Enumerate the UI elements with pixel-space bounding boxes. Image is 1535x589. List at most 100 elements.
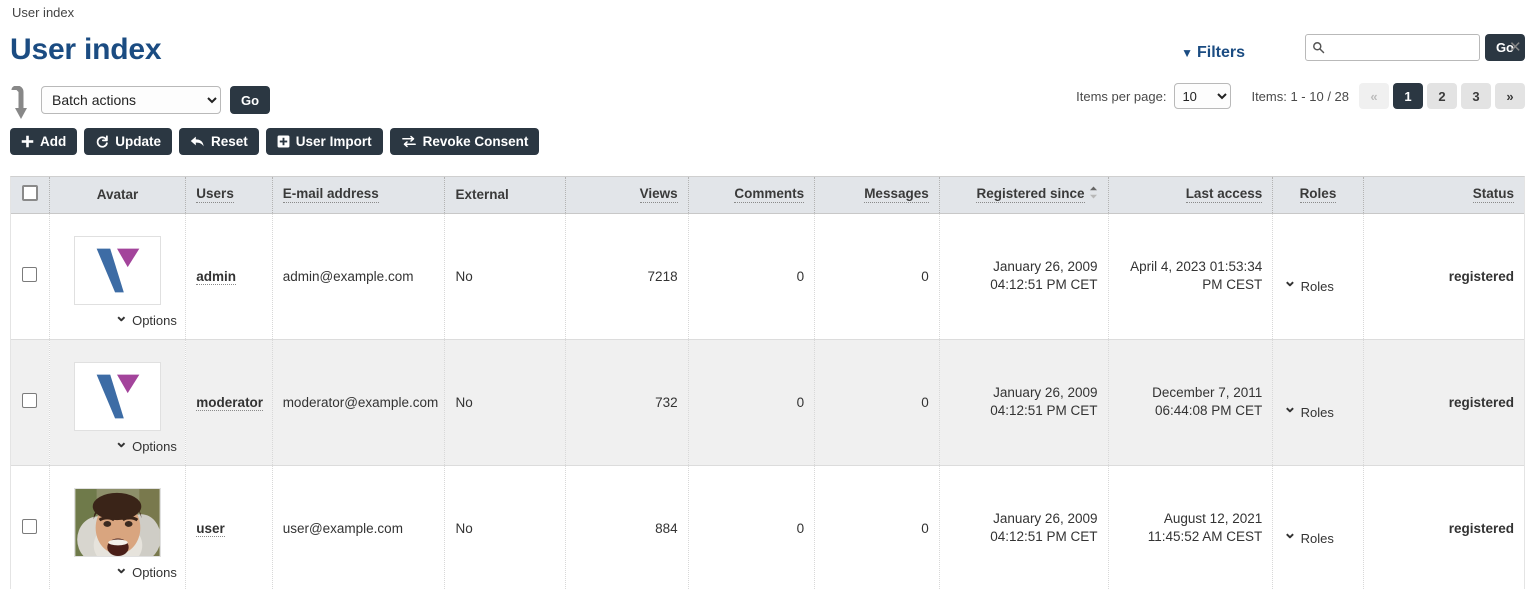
- header-views-label[interactable]: Views: [639, 186, 678, 204]
- plus-icon: [21, 135, 34, 148]
- header-external: External: [444, 177, 567, 214]
- row-select-cell: [11, 339, 50, 466]
- table-header-row: Avatar Users E-mail address External Vie…: [11, 177, 1524, 214]
- status-cell: registered: [1363, 213, 1524, 340]
- roles-toggle[interactable]: ⌄ Roles: [1283, 400, 1352, 420]
- roles-label: Roles: [1300, 404, 1334, 420]
- registered-time: 04:12:51 PM CET: [990, 277, 1098, 292]
- revoke-icon: [401, 135, 416, 148]
- add-button-label: Add: [40, 134, 67, 149]
- username-cell: moderator: [185, 339, 273, 466]
- update-button[interactable]: Update: [84, 128, 173, 155]
- clear-search-icon[interactable]: ✕: [1509, 40, 1522, 55]
- avatar-logo-v-icon: [73, 361, 161, 431]
- registered-cell: January 26, 2009 04:12:51 PM CET: [939, 213, 1109, 340]
- users-table-wrapper: Avatar Users E-mail address External Vie…: [10, 176, 1525, 589]
- roles-cell: ⌄ Roles: [1272, 339, 1364, 466]
- row-options-toggle[interactable]: ⌄ Options: [115, 308, 177, 329]
- header-registered-since-label[interactable]: Registered since: [976, 186, 1085, 204]
- username-link[interactable]: admin: [196, 268, 237, 285]
- search-input[interactable]: [1324, 36, 1509, 59]
- undo-arrow-icon: [190, 136, 204, 146]
- row-select-cell: [11, 465, 50, 589]
- chevron-down-icon: ⌄: [1283, 525, 1297, 542]
- sort-arrows-icon[interactable]: [1089, 186, 1098, 199]
- external-cell: No: [444, 465, 567, 589]
- last-access-cell: August 12, 2021 11:45:52 AM CEST: [1108, 465, 1274, 589]
- header-last-access-label[interactable]: Last access: [1185, 186, 1263, 204]
- email-cell: user@example.com: [272, 465, 446, 589]
- filters-toggle[interactable]: ▼ Filters: [1181, 44, 1245, 62]
- comments-cell: 0: [688, 465, 816, 589]
- messages-cell: 0: [814, 465, 940, 589]
- next-page-button[interactable]: »: [1495, 83, 1525, 109]
- row-checkbox[interactable]: [22, 519, 38, 534]
- username-link[interactable]: moderator: [196, 394, 264, 411]
- username-cell: user: [185, 465, 273, 589]
- external-cell: No: [444, 339, 567, 466]
- header-registered-since: Registered since: [939, 177, 1109, 214]
- header-users-label[interactable]: Users: [196, 186, 234, 204]
- last-access-time: 11:45:52 AM CEST: [1147, 529, 1263, 544]
- row-checkbox[interactable]: [22, 267, 38, 282]
- registered-cell: January 26, 2009 04:12:51 PM CET: [939, 339, 1109, 466]
- email-cell: admin@example.com: [272, 213, 446, 340]
- row-checkbox[interactable]: [22, 393, 38, 408]
- first-page-button[interactable]: «: [1359, 83, 1389, 109]
- page-title: User index: [10, 33, 162, 66]
- registered-time: 04:12:51 PM CET: [990, 529, 1098, 544]
- header-status-label[interactable]: Status: [1472, 186, 1514, 204]
- row-select-cell: [11, 213, 50, 340]
- search-icon: [1312, 42, 1325, 54]
- chevron-down-icon: ⌄: [114, 307, 129, 325]
- messages-cell: 0: [814, 339, 940, 466]
- revoke-consent-button-label: Revoke Consent: [422, 134, 529, 149]
- batch-go-button[interactable]: Go: [230, 86, 271, 114]
- page-button-3[interactable]: 3: [1461, 83, 1491, 109]
- row-options-toggle[interactable]: ⌄ Options: [115, 434, 177, 455]
- refresh-icon: [96, 134, 109, 148]
- page-button-2[interactable]: 2: [1427, 83, 1457, 109]
- row-options-label: Options: [132, 565, 177, 580]
- email-cell: moderator@example.com: [272, 339, 446, 466]
- header-messages-label[interactable]: Messages: [864, 186, 929, 204]
- roles-label: Roles: [1300, 278, 1334, 294]
- chevron-down-icon: ⌄: [1283, 399, 1297, 416]
- messages-cell: 0: [814, 213, 940, 340]
- roles-label: Roles: [1300, 530, 1334, 546]
- header-status: Status: [1363, 177, 1524, 214]
- header-users: Users: [185, 177, 273, 214]
- comments-cell: 0: [688, 213, 816, 340]
- header-email-label[interactable]: E-mail address: [282, 186, 379, 204]
- username-cell: admin: [185, 213, 273, 340]
- roles-toggle[interactable]: ⌄ Roles: [1283, 526, 1352, 546]
- avatar-cell: ⌄ Options: [49, 465, 187, 589]
- row-options-toggle[interactable]: ⌄ Options: [115, 560, 177, 581]
- views-cell: 732: [565, 339, 689, 466]
- items-per-page-select[interactable]: 10: [1174, 83, 1232, 109]
- chevron-down-icon: ⌄: [1283, 273, 1297, 290]
- roles-toggle[interactable]: ⌄ Roles: [1283, 274, 1352, 294]
- items-per-page-label: Items per page:: [1076, 88, 1167, 104]
- add-button[interactable]: Add: [10, 128, 78, 155]
- breadcrumb: User index: [12, 5, 75, 20]
- reset-button[interactable]: Reset: [179, 128, 259, 155]
- table-row: ⌄ Options admin admin@example.com No 7218…: [11, 213, 1524, 340]
- page-button-1[interactable]: 1: [1393, 83, 1423, 109]
- select-all-checkbox[interactable]: [21, 185, 38, 202]
- username-link[interactable]: user: [196, 520, 225, 537]
- last-access-date: April 4, 2023 01:53:34: [1130, 258, 1263, 274]
- header-comments-label[interactable]: Comments: [734, 186, 805, 204]
- user-import-button[interactable]: User Import: [265, 128, 383, 155]
- avatar-cell: ⌄ Options: [49, 339, 187, 466]
- user-index-page: User index User index ▼ Filters ✕ Go Batc…: [0, 0, 1535, 589]
- roles-cell: ⌄ Roles: [1272, 213, 1364, 340]
- registered-time: 04:12:51 PM CET: [990, 403, 1098, 418]
- avatar-cell: ⌄ Options: [49, 213, 187, 340]
- header-messages: Messages: [814, 177, 940, 214]
- batch-actions-select[interactable]: Batch actions: [41, 86, 221, 114]
- header-roles-label[interactable]: Roles: [1299, 186, 1337, 204]
- pager: « 1 2 3 »: [1359, 83, 1525, 109]
- revoke-consent-button[interactable]: Revoke Consent: [389, 128, 540, 155]
- table-body: ⌄ Options admin admin@example.com No 7218…: [11, 213, 1524, 589]
